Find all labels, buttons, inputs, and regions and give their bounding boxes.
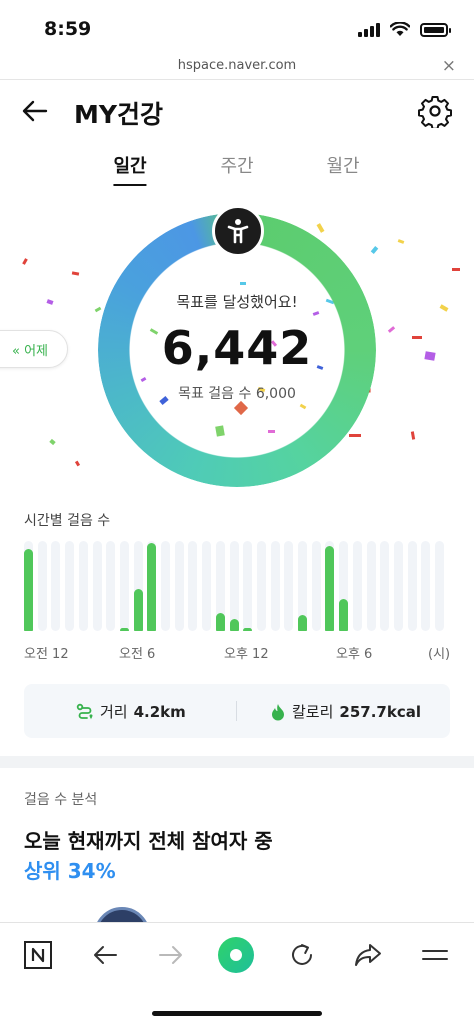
hourly-bar-track (78, 541, 88, 631)
axis-label-midnight: 오전 12 (24, 647, 69, 662)
analysis-title: 오늘 현재까지 전체 참여자 중 (24, 829, 273, 853)
hourly-bar-track (24, 541, 33, 631)
hourly-steps-chart (24, 541, 444, 631)
analysis-section-label: 걸음 수 분석 (24, 792, 98, 808)
status-icons (358, 22, 451, 37)
hourly-bar (229, 619, 239, 631)
hourly-bar-track (37, 541, 47, 631)
menu-icon[interactable] (415, 935, 455, 975)
activity-summary-card: 거리 4.2km 칼로리 257.7kcal (24, 684, 450, 738)
hourly-bar-track (298, 541, 307, 631)
home-indicator (152, 1011, 322, 1016)
share-icon[interactable] (348, 935, 388, 975)
hourly-bar-track (243, 541, 253, 631)
step-count: 6,442 (161, 321, 313, 375)
hourly-bar-track (393, 541, 403, 631)
axis-label-6am: 오전 6 (119, 647, 156, 662)
hourly-bar-track (352, 541, 362, 631)
hourly-bar-track (174, 541, 184, 631)
page-header: MY건강 (0, 82, 474, 140)
hourly-bar-track (284, 541, 294, 631)
hourly-bar (24, 549, 33, 631)
home-circle-icon[interactable] (216, 935, 256, 975)
calorie-value: 257.7kcal (339, 702, 421, 721)
hourly-bar (119, 628, 129, 631)
status-time: 8:59 (44, 18, 92, 40)
hourly-bar (325, 545, 335, 631)
period-tabs: 일간 주간 월간 (0, 152, 474, 188)
wifi-icon (390, 22, 410, 36)
hourly-bar-track (106, 541, 116, 631)
axis-label-noon: 오후 12 (224, 647, 269, 662)
browser-url-bar: hspace.naver.com × (0, 56, 474, 80)
status-bar: 8:59 (0, 0, 474, 56)
browser-toolbar (0, 922, 474, 1025)
back-arrow-icon[interactable] (85, 935, 125, 975)
distance-value: 4.2km (133, 702, 186, 721)
hourly-bar-track (339, 541, 349, 631)
hourly-bar-track (215, 541, 225, 631)
analysis-rank: 상위 34% (24, 859, 116, 883)
hourly-bar-track (380, 541, 390, 631)
back-arrow-icon[interactable] (20, 96, 50, 126)
url-text[interactable]: hspace.naver.com (0, 58, 474, 73)
hourly-bar (339, 598, 349, 631)
axis-unit-label: (시) (428, 647, 451, 662)
distance-summary: 거리 4.2km (76, 701, 186, 722)
hourly-steps-title: 시간별 걸음 수 (24, 513, 111, 529)
route-icon (76, 703, 93, 719)
hourly-bar (215, 613, 225, 631)
distance-label: 거리 (100, 703, 128, 721)
calorie-summary: 칼로리 257.7kcal (270, 701, 421, 722)
battery-icon (420, 22, 451, 37)
tab-monthly[interactable]: 월간 (326, 152, 359, 184)
hourly-bar-track (65, 541, 75, 631)
forward-arrow-icon[interactable] (151, 935, 191, 975)
hourly-bar-track (188, 541, 198, 631)
summary-divider (236, 701, 237, 721)
hourly-bar (243, 628, 253, 631)
hourly-bar-track (421, 541, 431, 631)
signal-icon (358, 22, 380, 37)
hourly-bar-track (407, 541, 417, 631)
hourly-bar-track (311, 541, 321, 631)
hourly-bar-track (161, 541, 170, 631)
hourly-bar-track (202, 541, 212, 631)
yesterday-button[interactable]: « 어제 (0, 330, 68, 368)
close-icon[interactable]: × (442, 56, 456, 76)
gear-icon[interactable] (418, 94, 452, 128)
page-title: MY건강 (74, 100, 163, 129)
hourly-bar-track (119, 541, 129, 631)
hourly-bar (298, 614, 307, 631)
step-progress-ring: 목표를 달성했어요! 6,442 목표 걸음 수 6,000 (98, 205, 376, 487)
hourly-bar-track (270, 541, 280, 631)
axis-label-6pm: 오후 6 (336, 647, 373, 662)
hourly-bar-track (366, 541, 376, 631)
section-divider-band (0, 756, 474, 768)
goal-steps-label: 목표 걸음 수 6,000 (178, 386, 296, 402)
hourly-bar (133, 588, 143, 631)
walking-person-icon (212, 205, 264, 257)
hourly-bar-track (435, 541, 444, 631)
hourly-bar-track (229, 541, 239, 631)
hourly-bar-track (51, 541, 61, 631)
hourly-bar-track (325, 541, 335, 631)
refresh-icon[interactable] (282, 935, 322, 975)
hourly-bar-track (147, 541, 157, 631)
flame-icon (272, 703, 284, 720)
calorie-label: 칼로리 (292, 703, 334, 721)
hourly-bar (147, 542, 157, 631)
hourly-bar-track (256, 541, 266, 631)
hourly-bar-track (133, 541, 143, 631)
hourly-bar-track (92, 541, 102, 631)
tab-daily[interactable]: 일간 (113, 152, 147, 186)
naver-n-icon[interactable] (18, 935, 58, 975)
tab-weekly[interactable]: 주간 (220, 152, 253, 184)
goal-achieved-message: 목표를 달성했어요! (176, 293, 298, 311)
